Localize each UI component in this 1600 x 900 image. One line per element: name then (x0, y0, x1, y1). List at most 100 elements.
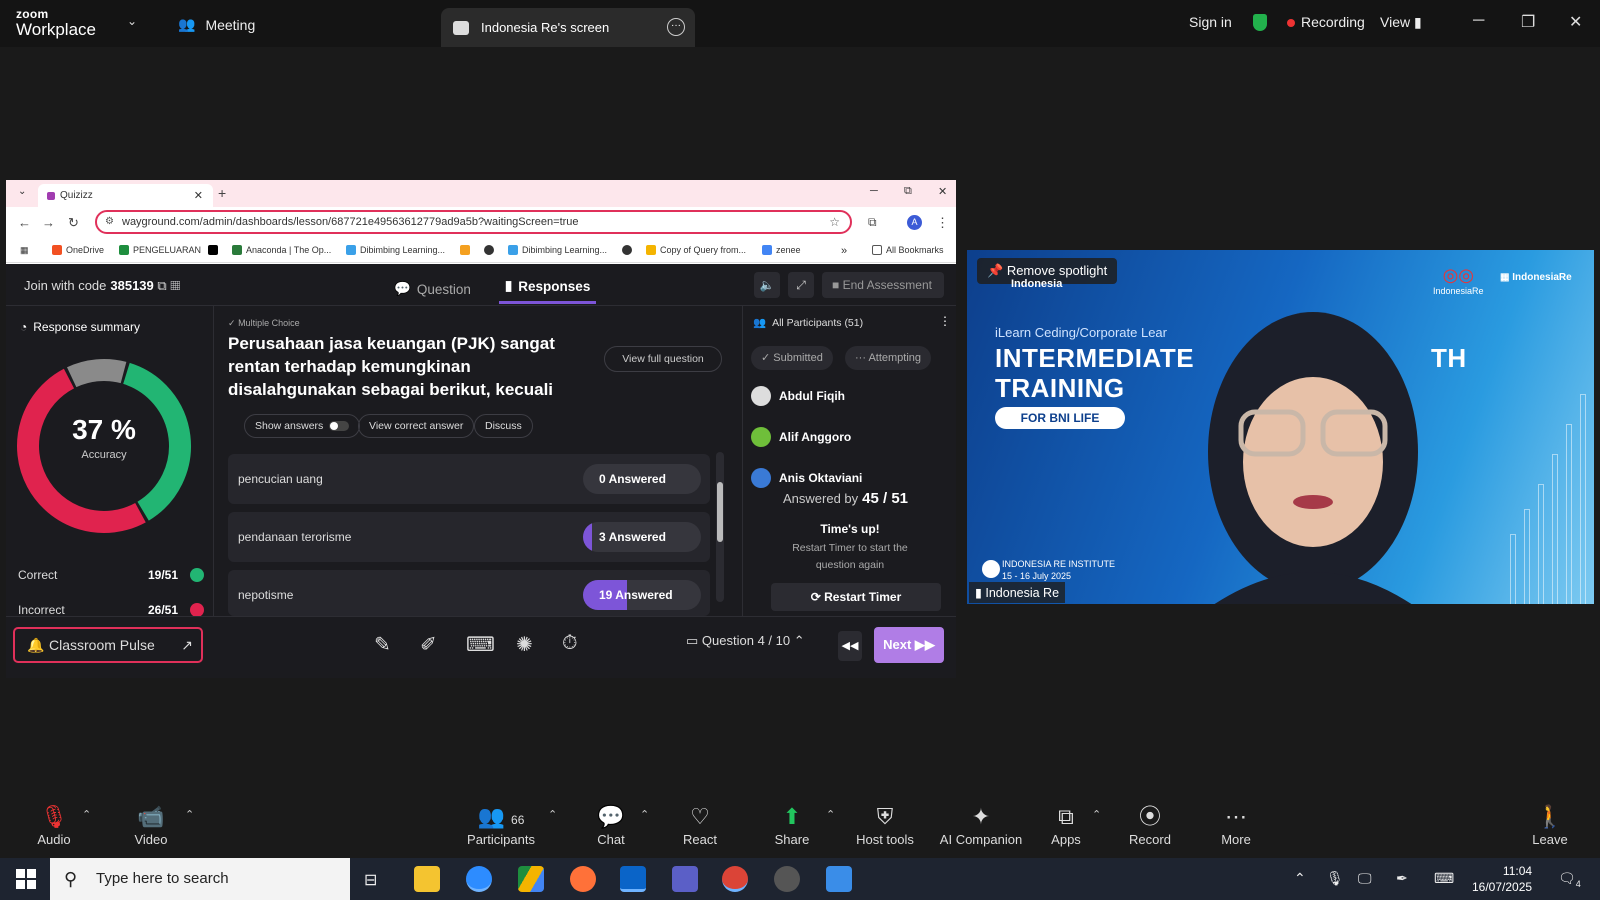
apps-options-chevron-icon[interactable]: ⌃ (1092, 808, 1101, 821)
browser-minimize-icon[interactable]: ─ (870, 185, 878, 197)
react-button[interactable]: ♡ React (660, 802, 740, 847)
participant-item[interactable]: Alif Anggoro (751, 427, 851, 447)
file-explorer-icon[interactable] (414, 866, 440, 892)
kebab-menu-icon[interactable]: ⋮ (939, 314, 951, 328)
audio-options-chevron-icon[interactable]: ⌃ (82, 808, 91, 821)
google-drive-icon[interactable] (518, 866, 544, 892)
settings-gear-icon[interactable] (774, 866, 800, 892)
bookmark-copy-of-query[interactable]: Copy of Query from... (646, 245, 746, 255)
photos-icon[interactable] (826, 866, 852, 892)
filter-submitted[interactable]: ✓ Submitted (751, 346, 833, 370)
more-bookmarks-icon[interactable]: » (841, 245, 847, 257)
tray-keyboard-icon[interactable]: ⌨ (1434, 870, 1454, 887)
recording-indicator[interactable]: Recording (1287, 14, 1365, 30)
zoom-app-icon[interactable] (466, 866, 492, 892)
share-options-chevron-icon[interactable]: ⌃ (826, 808, 835, 821)
bookmark-x[interactable] (208, 245, 218, 255)
tray-pen-icon[interactable]: ✒ (1396, 870, 1408, 887)
discuss-button[interactable]: Discuss (474, 414, 533, 438)
show-answers-toggle[interactable]: Show answers (244, 414, 361, 438)
pen-icon[interactable]: ✎ (374, 632, 391, 657)
fullscreen-icon[interactable]: ⤢ (788, 272, 814, 298)
bookmark-dibimbing-1[interactable]: Dibimbing Learning... (346, 245, 445, 255)
host-tools-button[interactable]: ⛨ Host tools (845, 802, 925, 847)
meeting-tab[interactable]: 👥 Meeting (178, 16, 255, 33)
app-menu-chevron-icon[interactable]: ⌄ (127, 14, 137, 28)
notifications-icon[interactable]: 🗨4 (1558, 870, 1581, 889)
qr-code-icon[interactable]: ▦ (170, 278, 180, 293)
firefox-icon[interactable] (570, 866, 596, 892)
tray-chevron-up-icon[interactable]: ⌃ (1294, 870, 1306, 887)
bookmark-star-icon[interactable]: ☆ (829, 215, 840, 229)
forward-icon[interactable]: → (42, 215, 55, 230)
whiteboard-icon[interactable]: ✐ (420, 632, 437, 657)
share-button[interactable]: ⬆ Share (752, 802, 832, 847)
ai-companion-button[interactable]: ✦ AI Companion (936, 802, 1026, 847)
answers-scrollbar[interactable] (716, 452, 724, 602)
back-icon[interactable]: ← (18, 215, 31, 230)
copy-icon[interactable]: ⧉ (157, 278, 166, 293)
chrome-icon[interactable] (722, 866, 748, 892)
extensions-icon[interactable]: ⧉ (868, 215, 877, 230)
bookmark-pengeluaran[interactable]: PENGELUARAN (119, 245, 201, 255)
participants-button[interactable]: 👥 66 Participants (456, 802, 546, 847)
participant-item[interactable]: Abdul Fiqih (751, 386, 845, 406)
participants-options-chevron-icon[interactable]: ⌃ (548, 808, 557, 821)
previous-question-button[interactable]: ◀◀ (838, 631, 862, 661)
record-button[interactable]: ⦿ Record (1110, 802, 1190, 847)
tab-close-icon[interactable]: ✕ (194, 189, 203, 202)
security-shield-icon[interactable] (1253, 14, 1267, 31)
volume-icon[interactable]: 🔈 (754, 272, 780, 298)
all-bookmarks[interactable]: All Bookmarks (872, 245, 944, 255)
shared-screen-tab[interactable]: Indonesia Re's screen ··· (441, 8, 695, 47)
chat-options-chevron-icon[interactable]: ⌃ (640, 808, 649, 821)
bookmark-zenee[interactable]: zenee (762, 245, 801, 255)
close-icon[interactable]: ✕ (1569, 12, 1582, 32)
address-bar[interactable]: ⚙ wayground.com/admin/dashboards/lesson/… (95, 210, 852, 234)
video-options-chevron-icon[interactable]: ⌃ (185, 808, 194, 821)
tray-microphone-icon[interactable]: 🎙 (1326, 870, 1344, 887)
browser-menu-icon[interactable]: ⋮ (936, 215, 949, 231)
spinner-icon[interactable]: ✺ (516, 632, 533, 657)
browser-tab-quizizz[interactable]: Quizizz ✕ (38, 184, 213, 207)
restart-timer-button[interactable]: ⟳ Restart Timer (771, 583, 941, 611)
bookmark-dibimbing-2[interactable]: Dibimbing Learning... (508, 245, 607, 255)
video-button[interactable]: 📹 Video (111, 802, 191, 847)
participant-item[interactable]: Anis Oktaviani (751, 468, 862, 488)
bookmark-anaconda[interactable]: Anaconda | The Op... (232, 245, 331, 255)
reload-icon[interactable]: ↻ (68, 215, 79, 231)
end-assessment-button[interactable]: ■ End Assessment (822, 272, 944, 298)
more-button[interactable]: ⋯ More (1196, 802, 1276, 847)
taskbar-clock[interactable]: 11:04 16/07/2025 (1472, 863, 1532, 895)
browser-close-icon[interactable]: ✕ (938, 185, 947, 198)
browser-restore-icon[interactable]: ⧉ (904, 185, 912, 198)
new-tab-icon[interactable]: + (218, 185, 226, 201)
task-view-icon[interactable]: ⊟ (364, 870, 377, 890)
bookmark-onedrive[interactable]: OneDrive (52, 245, 104, 255)
leave-button[interactable]: 🚶 Leave (1510, 802, 1590, 847)
bookmark-github-2[interactable] (622, 245, 632, 255)
restore-icon[interactable]: ❐ (1521, 12, 1535, 32)
teams-icon[interactable] (672, 866, 698, 892)
tab-responses[interactable]: ▮ Responses (498, 274, 597, 304)
outlook-icon[interactable] (620, 866, 646, 892)
sign-in-button[interactable]: Sign in (1189, 14, 1232, 30)
apps-grid-icon[interactable]: ▦ (20, 245, 29, 256)
teach-icon[interactable]: ⌨ (466, 632, 495, 657)
question-counter[interactable]: ▭ Question 4 / 10 ⌃ (686, 633, 805, 649)
view-correct-answer-button[interactable]: View correct answer (358, 414, 475, 438)
tray-display-icon[interactable]: 🖵 (1358, 870, 1372, 887)
next-question-button[interactable]: Next ▶▶ (874, 627, 944, 663)
timer-icon[interactable]: ⏱ (562, 632, 578, 655)
tab-search-chevron-icon[interactable]: ⌄ (18, 186, 26, 197)
classroom-pulse-button[interactable]: 🔔 Classroom Pulse ↗ (13, 627, 203, 663)
more-options-icon[interactable]: ··· (667, 18, 685, 36)
profile-avatar[interactable]: A (907, 215, 922, 230)
spotlight-video[interactable]: 📌 Remove spotlight Indonesia iLearn Cedi… (967, 250, 1594, 604)
view-button[interactable]: View ▮ (1380, 14, 1422, 31)
bookmark-folder[interactable] (460, 245, 470, 255)
site-info-icon[interactable]: ⚙ (105, 216, 114, 227)
minimize-icon[interactable]: ─ (1473, 12, 1484, 30)
taskbar-search-box[interactable]: ⚲ Type here to search (50, 858, 350, 900)
filter-attempting[interactable]: ··· Attempting (845, 346, 932, 370)
